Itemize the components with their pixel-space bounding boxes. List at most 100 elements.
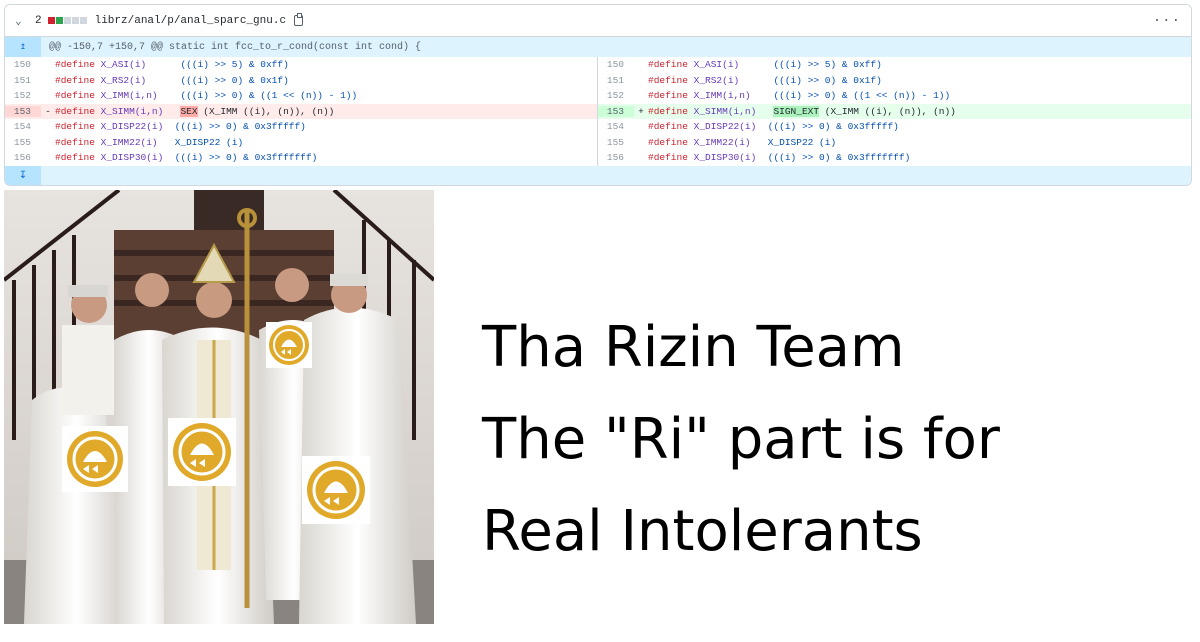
code-text: #define X_DISP30(i) (((i) >> 0) & 0x3fff…: [55, 152, 597, 163]
line-number[interactable]: 153: [598, 105, 634, 117]
rizin-logo-icon: [168, 418, 236, 486]
code-token: #define: [648, 74, 688, 86]
code-token: X_ASI(i): [693, 59, 740, 71]
code-token: #define: [648, 105, 688, 117]
code-token: X_RS2(i): [100, 74, 147, 86]
code-text: #define X_DISP30(i) (((i) >> 0) & 0x3fff…: [648, 152, 1191, 163]
changes-count: 2: [35, 14, 42, 27]
code-token: X_SIMM(i,n): [693, 105, 757, 117]
line-number[interactable]: 154: [598, 121, 634, 132]
diff-line: 156 #define X_DISP30(i) (((i) >> 0) & 0x3…: [5, 150, 597, 166]
code-token: (X_IMM ((i), (n)), (n)): [197, 105, 335, 117]
code-token: #define: [55, 105, 95, 117]
code-text: #define X_ASI(i) (((i) >> 5) & 0xff): [55, 59, 597, 70]
kebab-menu-icon[interactable]: ···: [1153, 13, 1181, 29]
diff-line: 151 #define X_RS2(i) (((i) >> 0) & 0x1f): [5, 73, 597, 89]
code-text: #define X_ASI(i) (((i) >> 5) & 0xff): [648, 59, 1191, 70]
meme-caption: Tha Rizin Team The "Ri" part is for Real…: [482, 302, 1182, 578]
diff-line: 154 #define X_DISP22(i) (((i) >> 0) & 0x3…: [598, 119, 1191, 135]
expand-down-icon[interactable]: ↧: [5, 165, 41, 185]
code-token: X_IMM(i,n): [693, 90, 751, 102]
diff-panel: ⌄ 2 librz/anal/p/anal_sparc_gnu.c ··· ↥ …: [4, 4, 1192, 186]
diff-line: 154 #define X_DISP22(i) (((i) >> 0) & 0x3…: [5, 119, 597, 135]
code-token: X_ASI(i): [100, 59, 147, 71]
code-token: (((i) >> 5) & 0xff): [773, 59, 882, 71]
group-photo-drawing: [4, 190, 434, 624]
chevron-down-icon[interactable]: ⌄: [15, 14, 29, 28]
code-token: #define: [648, 136, 688, 148]
diff-line: 150 #define X_ASI(i) (((i) >> 5) & 0xff): [598, 57, 1191, 73]
code-token: #define: [648, 59, 688, 71]
code-text: #define X_IMM22(i) X_DISP22 (i): [648, 137, 1191, 148]
rizin-logo-icon: [302, 456, 370, 524]
code-token: SIGN_EXT: [773, 105, 820, 117]
code-text: #define X_IMM(i,n) (((i) >> 0) & ((1 << …: [55, 90, 597, 101]
diff-line: 153- #define X_SIMM(i,n) SEX (X_IMM ((i),…: [5, 103, 597, 119]
line-number[interactable]: 155: [598, 137, 634, 148]
code-token: #define: [648, 152, 688, 164]
diff-right-side: 150 #define X_ASI(i) (((i) >> 5) & 0xff) 1…: [598, 57, 1191, 166]
line-number[interactable]: 151: [5, 75, 41, 86]
line-number[interactable]: 154: [5, 121, 41, 132]
code-token: #define: [648, 121, 688, 133]
code-token: (((i) >> 5) & 0xff): [180, 59, 289, 71]
code-token: (((i) >> 0) & 0x3fffff): [767, 121, 899, 133]
diff-line: 151 #define X_RS2(i) (((i) >> 0) & 0x1f): [598, 73, 1191, 89]
diff-line: 150 #define X_ASI(i) (((i) >> 5) & 0xff): [5, 57, 597, 73]
caption-line-1: Tha Rizin Team: [482, 315, 905, 380]
code-text: #define X_SIMM(i,n) SIGN_EXT (X_IMM ((i)…: [648, 105, 1191, 117]
diff-line: 155 #define X_IMM22(i) X_DISP22 (i): [598, 135, 1191, 151]
file-path[interactable]: librz/anal/p/anal_sparc_gnu.c: [95, 15, 286, 27]
code-token: #define: [55, 121, 95, 133]
code-token: X_DISP22(i): [100, 121, 164, 133]
line-number[interactable]: 156: [5, 152, 41, 163]
code-token: X_SIMM(i,n): [100, 105, 164, 117]
code-token: (((i) >> 0) & 0x3fffffff): [174, 152, 318, 164]
code-token: (X_IMM ((i), (n)), (n)): [819, 105, 956, 117]
code-token: #define: [55, 136, 95, 148]
diff-line: 152 #define X_IMM(i,n) (((i) >> 0) & ((1 …: [5, 88, 597, 104]
code-token: (((i) >> 0) & ((1 << (n)) - 1)): [773, 90, 951, 102]
line-number[interactable]: 151: [598, 75, 634, 86]
code-token: X_DISP30(i): [693, 152, 757, 164]
code-token: (((i) >> 0) & 0x3fffff): [174, 121, 306, 133]
diff-line: 153 + #define X_SIMM(i,n) SIGN_EXT (X_IMM …: [598, 103, 1191, 119]
file-header: ⌄ 2 librz/anal/p/anal_sparc_gnu.c ···: [5, 5, 1191, 37]
diff-sign: +: [638, 105, 644, 117]
code-text: #define X_DISP22(i) (((i) >> 0) & 0x3fff…: [648, 121, 1191, 132]
line-number[interactable]: 156: [598, 152, 634, 163]
code-token: #define: [55, 90, 95, 102]
line-number[interactable]: 150: [5, 59, 41, 70]
code-token: #define: [648, 90, 688, 102]
diff-line: 156 #define X_DISP30(i) (((i) >> 0) & 0x3…: [598, 150, 1191, 166]
copy-icon[interactable]: [294, 13, 304, 26]
line-number[interactable]: 155: [5, 137, 41, 148]
code-text: #define X_RS2(i) (((i) >> 0) & 0x1f): [55, 75, 597, 86]
line-number[interactable]: 152: [5, 90, 41, 101]
line-number[interactable]: 153: [5, 105, 41, 117]
code-text: #define X_IMM(i,n) (((i) >> 0) & ((1 << …: [648, 90, 1191, 101]
code-token: (((i) >> 0) & 0x3fffffff): [767, 152, 911, 164]
line-number[interactable]: 152: [598, 90, 634, 101]
code-token: X_DISP30(i): [100, 152, 164, 164]
code-token: (((i) >> 0) & 0x1f): [773, 74, 882, 86]
code-text: #define X_DISP22(i) (((i) >> 0) & 0x3fff…: [55, 121, 597, 132]
code-token: X_RS2(i): [693, 74, 740, 86]
code-token: (((i) >> 0) & 0x1f): [180, 74, 289, 86]
group-photo: [4, 190, 434, 624]
code-token: X_DISP22 (i): [767, 136, 837, 148]
code-token: X_DISP22(i): [693, 121, 757, 133]
code-token: X_DISP22 (i): [174, 136, 244, 148]
caption-line-3: Real Intolerants: [482, 499, 923, 564]
expand-up-icon[interactable]: ↥: [5, 37, 41, 57]
code-text: #define X_SIMM(i,n) SEX (X_IMM ((i), (n)…: [55, 105, 597, 117]
line-number[interactable]: 150: [598, 59, 634, 70]
